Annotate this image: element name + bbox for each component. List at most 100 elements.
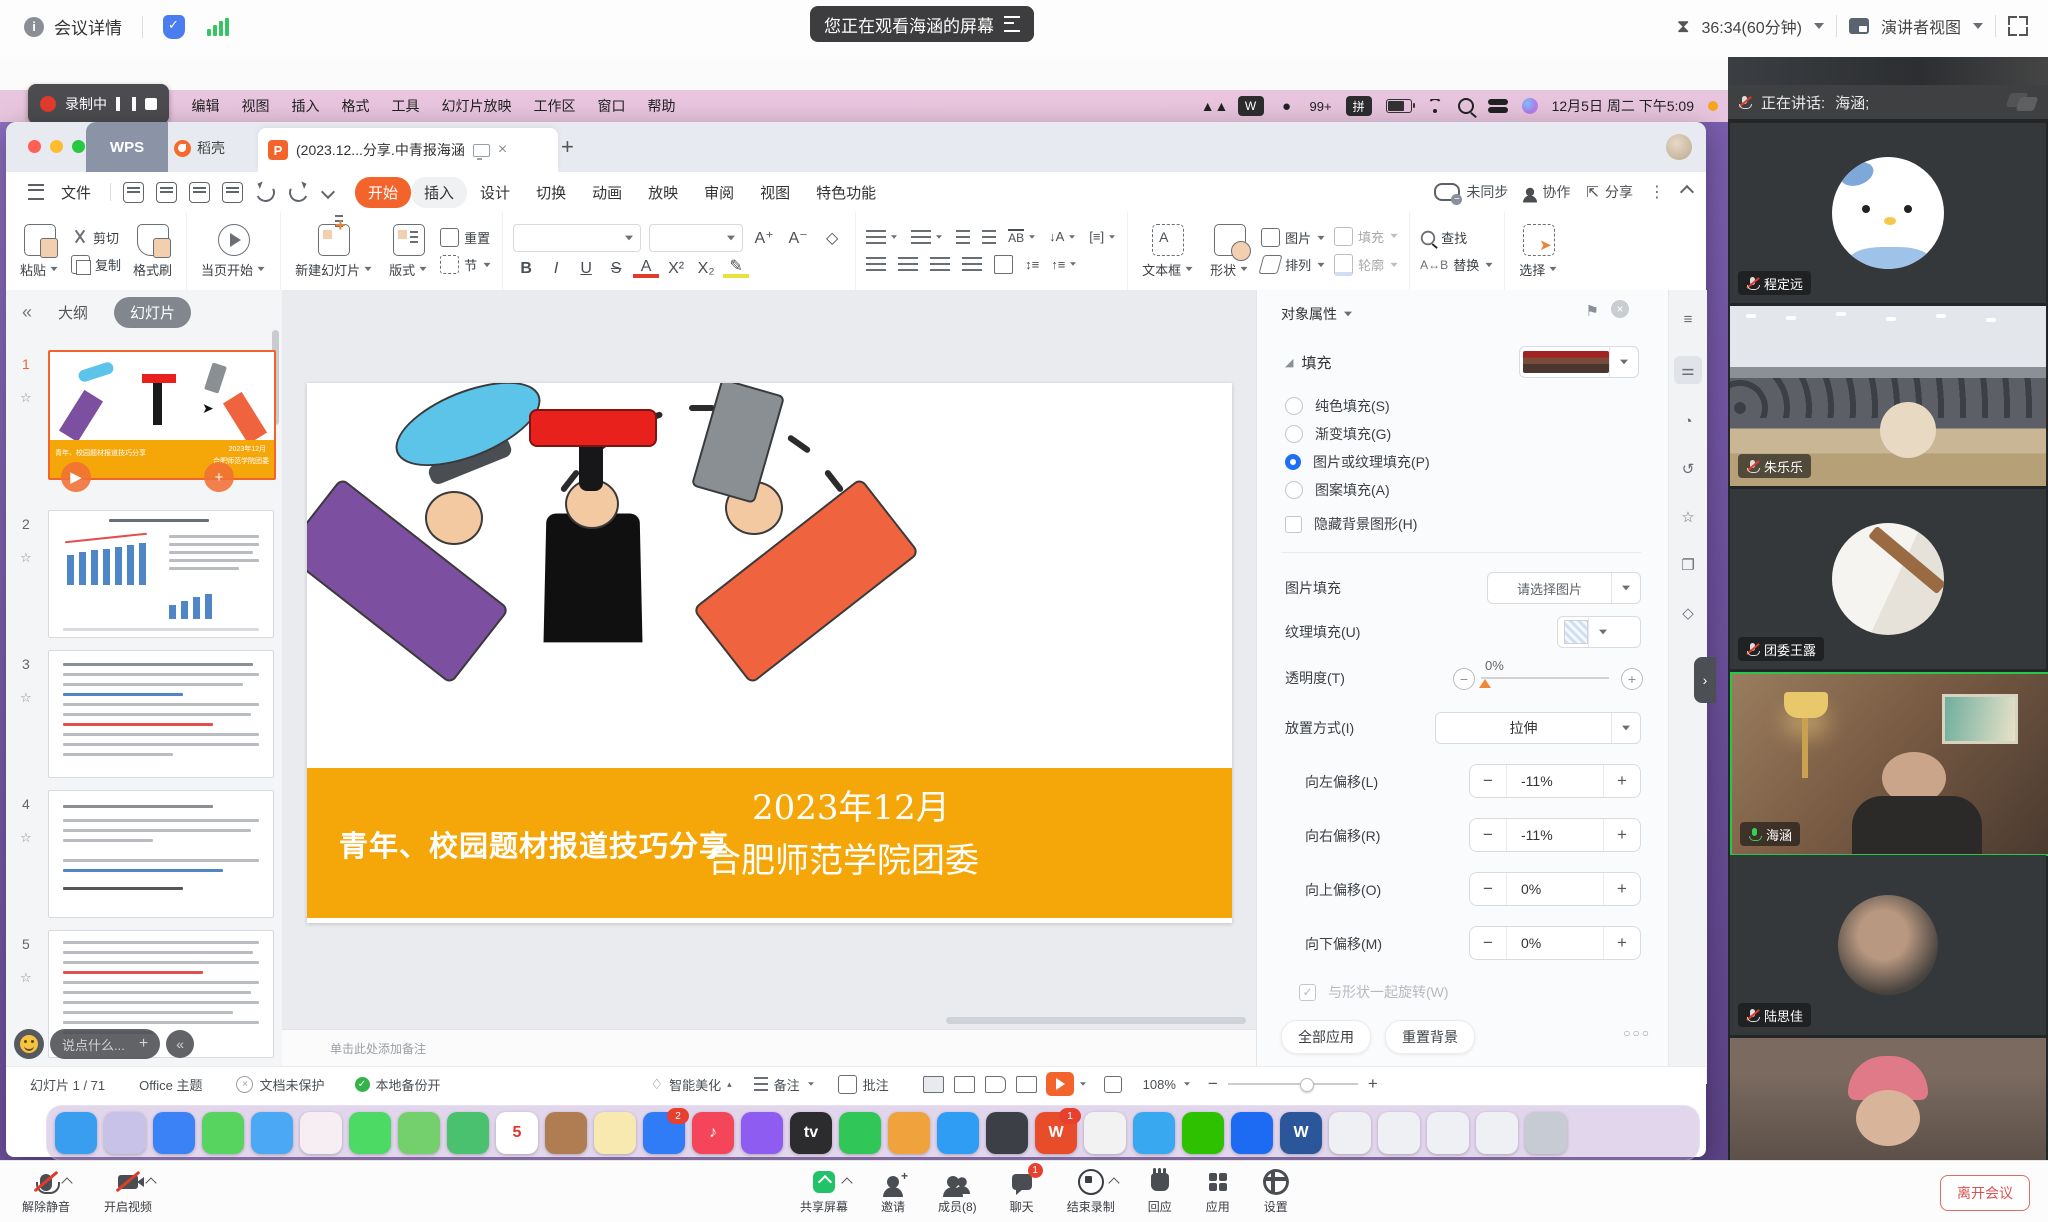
font-size-select[interactable] (649, 224, 743, 252)
comments-button[interactable]: 批注 (838, 1075, 889, 1094)
battery-icon[interactable] (1386, 99, 1412, 113)
expand-sidebar-tab[interactable]: › (1694, 657, 1716, 703)
zoom-percentage[interactable]: 108% (1143, 1077, 1176, 1092)
tencent-meeting-icon[interactable]: ▲▲ (1206, 97, 1224, 115)
screen-record-indicator[interactable] (1708, 101, 1718, 111)
dock-icon-meeting[interactable] (1231, 1112, 1273, 1154)
line-spacing-icon[interactable]: ↕≡ (1025, 257, 1039, 272)
increase-indent-icon[interactable] (982, 230, 996, 244)
leave-meeting-button[interactable]: 离开会议 (1940, 1175, 2030, 1211)
reset-button[interactable]: 重置 (440, 228, 492, 247)
undo-icon[interactable] (253, 180, 277, 204)
minus-button[interactable]: − (1470, 825, 1506, 845)
dock-icon-appstore[interactable]: 2 (643, 1112, 685, 1154)
dock-icon-wps[interactable]: W1 (1035, 1112, 1077, 1154)
offset-left-stepper[interactable]: − -11% + (1469, 764, 1641, 798)
meeting-timer[interactable]: 36:34(60分钟) (1701, 14, 1802, 38)
menu-format[interactable]: 格式 (341, 96, 369, 116)
normal-view-icon[interactable] (923, 1076, 944, 1093)
menu-window[interactable]: 窗口 (597, 96, 625, 116)
outline-button[interactable]: 轮廓 (1334, 254, 1399, 276)
menu-view[interactable]: 视图 (241, 96, 269, 116)
emoji-button[interactable] (14, 1029, 44, 1059)
sync-status[interactable]: 未同步 (1434, 182, 1508, 202)
wifi-icon[interactable] (1426, 99, 1444, 113)
print-icon[interactable] (189, 182, 210, 203)
dock-icon-doc-stack-2[interactable] (1378, 1112, 1420, 1154)
redo-icon[interactable] (286, 180, 310, 204)
zoom-in-icon[interactable]: + (1368, 1074, 1378, 1094)
pause-recording-icon[interactable] (116, 97, 136, 111)
sort-text-icon[interactable]: ↓A (1049, 229, 1077, 244)
align-right-icon[interactable] (930, 257, 950, 271)
presenter-view-icon[interactable] (1016, 1076, 1037, 1093)
dock-icon-contacts[interactable] (545, 1112, 587, 1154)
view-dropdown-icon[interactable] (1973, 23, 1983, 29)
transparency-slider[interactable] (1481, 677, 1609, 679)
dock-icon-keynote[interactable] (937, 1112, 979, 1154)
export-icon[interactable] (156, 182, 177, 203)
fullscreen-icon[interactable] (2008, 16, 2028, 36)
italic-icon[interactable]: I (543, 260, 569, 278)
fill-option-picture[interactable]: 图片或纹理填充(P) (1285, 452, 1430, 472)
menu-tools[interactable]: 工具 (391, 96, 419, 116)
cut-button[interactable]: 剪切 (71, 228, 121, 247)
banner-menu-icon[interactable] (1004, 16, 1020, 32)
properties-strip-icon[interactable]: ⚌ (1674, 356, 1702, 384)
dock-icon-pages[interactable] (888, 1112, 930, 1154)
collapse-ribbon-icon[interactable] (1680, 185, 1694, 199)
justify-icon[interactable] (962, 257, 982, 271)
shapes-button[interactable]: 形状 (1206, 224, 1253, 279)
end-recording-button[interactable]: 结束录制 (1067, 1169, 1115, 1215)
dock-icon-terminal[interactable] (986, 1112, 1028, 1154)
wps-home-tab[interactable]: WPS (86, 122, 168, 172)
dock-icon-qq[interactable] (1133, 1112, 1175, 1154)
notes-button[interactable]: 备注 (754, 1075, 816, 1094)
timer-dropdown-icon[interactable] (1814, 23, 1824, 29)
dock-icon-word[interactable]: W (1280, 1112, 1322, 1154)
settings-button[interactable]: 设置 (1263, 1169, 1289, 1215)
numbered-list-icon[interactable] (911, 230, 944, 244)
dock-icon-calendar[interactable]: 5 (496, 1112, 538, 1154)
collapse-chat-icon[interactable]: « (166, 1030, 194, 1058)
bullet-list-icon[interactable] (866, 230, 899, 244)
plus-button[interactable]: + (1604, 771, 1640, 791)
slide-thumbnail-3[interactable] (48, 650, 274, 778)
select-button[interactable]: ➤ 选择 (1515, 224, 1562, 279)
minimize-window-button[interactable] (50, 140, 63, 153)
collaborate-button[interactable]: 协作 (1524, 182, 1570, 202)
network-signal-icon[interactable] (207, 18, 229, 36)
minus-button[interactable]: − (1470, 879, 1506, 899)
font-name-select[interactable] (513, 224, 641, 252)
close-tab-icon[interactable]: × (498, 141, 507, 159)
clear-format-icon[interactable]: ◇ (819, 228, 845, 248)
decrease-font-icon[interactable]: A⁻ (785, 228, 811, 248)
dock-icon-finder[interactable] (55, 1112, 97, 1154)
dock-icon-doc-stack-4[interactable] (1476, 1112, 1518, 1154)
tab-view[interactable]: 视图 (747, 177, 803, 208)
history-strip-icon[interactable]: ↺ (1677, 458, 1699, 480)
menu-slideshow[interactable]: 幻灯片放映 (441, 96, 511, 116)
slide-thumbnail-2[interactable] (48, 510, 274, 638)
texture-fill-select[interactable] (1557, 616, 1641, 648)
dock-icon-wechat[interactable] (1182, 1112, 1224, 1154)
picture-button[interactable]: 图片 (1261, 228, 1326, 247)
section-button[interactable]: 节 (440, 255, 492, 274)
new-tab-button[interactable]: + (561, 134, 574, 160)
dock-icon-safari[interactable] (153, 1112, 195, 1154)
text-direction-icon[interactable]: AB (1008, 229, 1037, 245)
chat-add-icon[interactable]: + (139, 1035, 148, 1053)
menu-help[interactable]: 帮助 (647, 96, 675, 116)
view-mode-label[interactable]: 演讲者视图 (1881, 14, 1961, 38)
dock-icon-mail[interactable] (251, 1112, 293, 1154)
dock-icon-messages[interactable] (202, 1112, 244, 1154)
fill-preview-dropdown[interactable] (1519, 346, 1639, 378)
close-panel-icon[interactable]: × (1611, 300, 1629, 318)
subscript-icon[interactable]: X₂ (693, 260, 719, 278)
dock-icon-podcasts[interactable] (741, 1112, 783, 1154)
plus-button[interactable]: + (1604, 879, 1640, 899)
find-button[interactable]: 查找 (1420, 228, 1494, 247)
copy-button[interactable]: 复制 (71, 255, 121, 274)
spotlight-icon[interactable] (1458, 98, 1474, 114)
increase-font-icon[interactable]: A⁺ (751, 228, 777, 248)
